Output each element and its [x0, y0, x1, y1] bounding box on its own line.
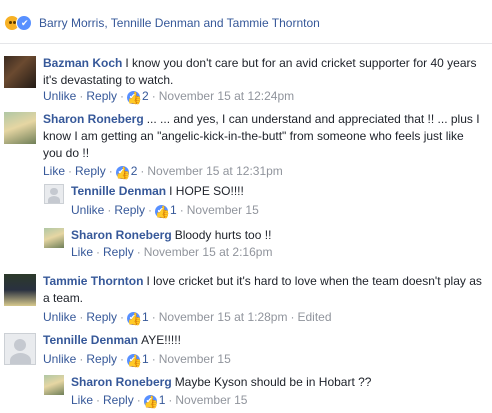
like-count[interactable]: 1 [142, 310, 149, 324]
unlike-button[interactable]: Unlike [43, 89, 76, 103]
comment-text: Bloody hurts too !! [174, 228, 272, 242]
reply-button[interactable]: Reply [103, 393, 134, 407]
like-count[interactable]: 1 [142, 352, 149, 366]
comment-author[interactable]: Sharon Roneberg [71, 228, 172, 242]
comment-author[interactable]: Tennille Denman [43, 333, 138, 347]
comment-text: AYE!!!!! [141, 333, 181, 347]
like-count[interactable]: 2 [131, 164, 138, 178]
like-button[interactable]: Like [71, 393, 93, 407]
comment-actions: Like·Reply·✔1·November 15 [71, 393, 247, 408]
like-count[interactable]: 1 [170, 203, 177, 217]
like-count-icon[interactable]: ✔ [127, 354, 141, 367]
comment-actions: Like · Reply · November 15 at 2:16pm [71, 245, 273, 259]
reply-button[interactable]: Reply [86, 352, 117, 366]
comment-author[interactable]: Sharon Roneberg [71, 375, 172, 389]
reactors-list[interactable]: Barry Morris, Tennille Denman and Tammie… [39, 16, 320, 30]
reply-button[interactable]: Reply [86, 310, 117, 324]
comment-timestamp[interactable]: November 15 at 2:16pm [144, 245, 273, 259]
comment-actions: Like·Reply·✔2·November 15 at 12:31pm [43, 164, 283, 179]
reply-comment: Sharon Roneberg Maybe Kyson should be in … [44, 375, 488, 413]
reactions-bar: ✔ Barry Morris, Tennille Denman and Tamm… [0, 0, 492, 44]
like-button[interactable]: Like [43, 164, 65, 178]
like-count-icon[interactable]: ✔ [127, 91, 141, 104]
like-button[interactable]: Like [71, 245, 93, 259]
reply-button[interactable]: Reply [114, 203, 145, 217]
comment-author[interactable]: Tammie Thornton [43, 274, 143, 288]
comment-body: Sharon Roneberg Maybe Kyson should be in … [71, 374, 481, 391]
like-reaction-icon[interactable]: ✔ [16, 15, 32, 31]
comment-body: Tennille Denman AYE!!!!! [43, 332, 483, 349]
comment-timestamp[interactable]: November 15 [187, 203, 259, 217]
comment-timestamp[interactable]: November 15 at 12:24pm [159, 89, 294, 103]
comment: Sharon Roneberg... ... and yes, I can un… [4, 112, 488, 180]
reply-comment: Sharon Roneberg Bloody hurts too !! Like ·… [44, 228, 488, 268]
comment-text: I HOPE SO!!!! [169, 184, 244, 198]
comment: Tennille DenmanAYE!!!!! Unlike·Reply·✔1·… [4, 333, 488, 369]
comment-timestamp[interactable]: November 15 at 1:28pm [159, 310, 288, 324]
comment-author[interactable]: Tennille Denman [71, 184, 166, 198]
avatar[interactable] [4, 112, 36, 144]
reactors-names[interactable]: Barry Morris, Tennille Denman and Tammie… [39, 16, 320, 30]
comment-actions: Unlike·Reply·✔1·November 15 [43, 352, 231, 367]
comment-actions: Unlike·Reply·✔2·November 15 at 12:24pm [43, 89, 294, 104]
avatar[interactable] [4, 333, 36, 365]
comment-author[interactable]: Bazman Koch [43, 56, 122, 70]
like-count-icon[interactable]: ✔ [127, 312, 141, 325]
reply-button[interactable]: Reply [75, 164, 106, 178]
comment-body: Sharon Roneberg... ... and yes, I can un… [43, 111, 483, 162]
avatar[interactable] [4, 56, 36, 88]
comment: Bazman Koch I know you don't care but for… [4, 56, 488, 106]
like-count[interactable]: 1 [159, 393, 166, 407]
comment-body: Bazman Koch I know you don't care but for… [43, 55, 483, 89]
comment-text: Maybe Kyson should be in Hobart ?? [174, 375, 372, 389]
comment-body: Sharon Roneberg Bloody hurts too !! [71, 227, 481, 244]
comment-timestamp[interactable]: November 15 at 12:31pm [147, 164, 282, 178]
comment-author[interactable]: Sharon Roneberg [43, 112, 144, 126]
avatar[interactable] [4, 274, 36, 306]
avatar[interactable] [44, 228, 64, 248]
avatar[interactable] [44, 184, 64, 204]
edited-label[interactable]: Edited [297, 310, 331, 324]
comment-body: Tennille Denman I HOPE SO!!!! [71, 183, 481, 200]
comment-actions: Unlike·Reply·✔1·November 15 [71, 203, 259, 218]
like-count-icon[interactable]: ✔ [155, 205, 169, 218]
comment-timestamp[interactable]: November 15 [175, 393, 247, 407]
reply-comment: Tennille Denman I HOPE SO!!!! Unlike · Repl… [44, 184, 488, 224]
unlike-button[interactable]: Unlike [43, 352, 76, 366]
reply-button[interactable]: Reply [103, 245, 134, 259]
comment-actions: Unlike·Reply·✔1·November 15 at 1:28pm·Ed… [43, 310, 332, 325]
like-count-icon[interactable]: ✔ [115, 166, 129, 179]
unlike-button[interactable]: Unlike [71, 203, 104, 217]
comment: Tammie Thornton I love cricket but it's h… [4, 274, 488, 326]
reply-button[interactable]: Reply [86, 89, 117, 103]
like-count-icon[interactable]: ✔ [143, 395, 157, 408]
unlike-button[interactable]: Unlike [43, 310, 76, 324]
comment-timestamp[interactable]: November 15 [159, 352, 231, 366]
like-count[interactable]: 2 [142, 89, 149, 103]
avatar[interactable] [44, 375, 64, 395]
comment-body: Tammie Thornton I love cricket but it's h… [43, 273, 483, 307]
